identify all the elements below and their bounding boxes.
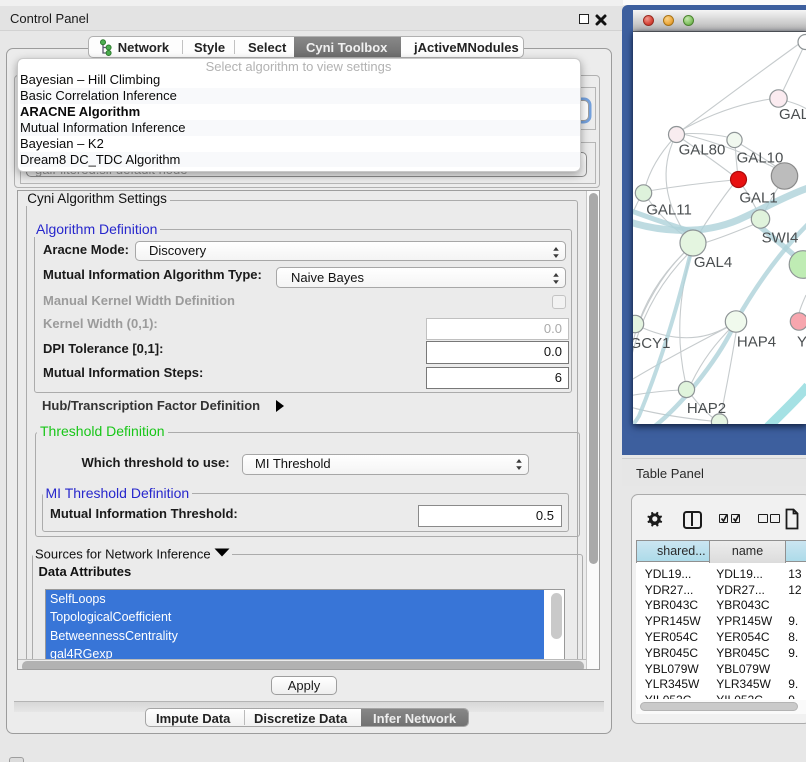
svg-text:GAL80: GAL80 — [679, 142, 726, 159]
svg-text:SWI4: SWI4 — [762, 230, 799, 247]
svg-text:HAP4: HAP4 — [737, 334, 776, 351]
svg-text:GAL10: GAL10 — [737, 150, 784, 167]
svg-text:GAL4: GAL4 — [694, 254, 732, 271]
svg-text:GAL11: GAL11 — [646, 202, 692, 219]
svg-text:HAP2: HAP2 — [687, 400, 726, 417]
svg-text:YEL0: YEL0 — [797, 334, 806, 351]
svg-text:GAL1: GAL1 — [739, 190, 777, 207]
svg-text:GAL2: GAL2 — [779, 106, 806, 123]
svg-text:GCY1: GCY1 — [633, 335, 670, 352]
